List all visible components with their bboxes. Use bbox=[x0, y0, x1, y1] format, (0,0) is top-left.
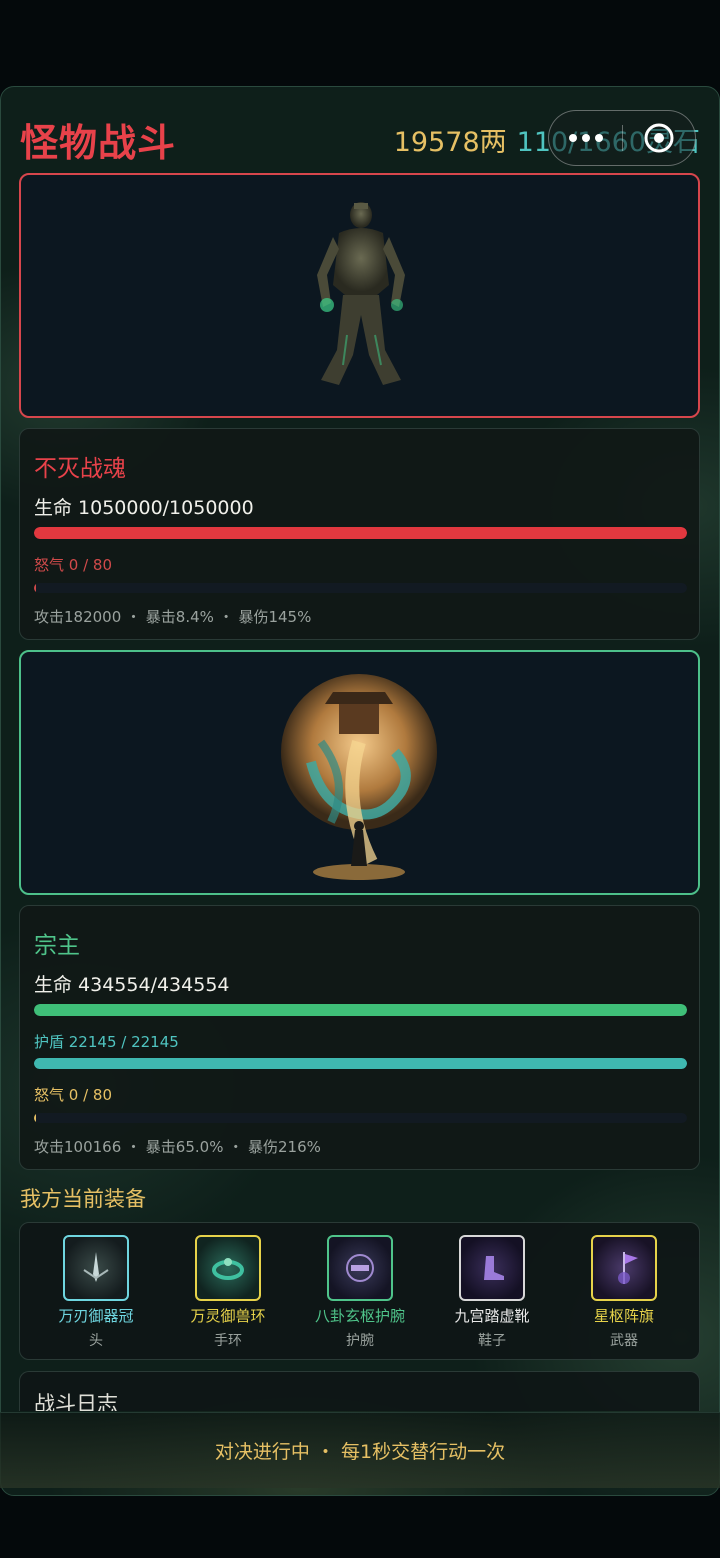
battle-log-title: 战斗日志 bbox=[34, 1392, 118, 1411]
enemy-rage-label: 怒气 0 / 80 bbox=[34, 556, 112, 574]
battle-status-text: 对决进行中 ・ 每1秒交替行动一次 bbox=[214, 1441, 506, 1463]
player-stats: 攻击100166 ・ 暴击65.0% ・ 暴伤216% bbox=[34, 1138, 321, 1156]
enemy-warrior-image bbox=[317, 202, 405, 385]
player-hp-label: 生命 434554/434554 bbox=[34, 974, 230, 996]
more-dot-3 bbox=[594, 134, 603, 142]
equip-name: 八卦玄枢护腕 bbox=[314, 1307, 405, 1325]
equip-slot-label: 护腕 bbox=[346, 1333, 374, 1349]
equip-slot-label: 头 bbox=[89, 1333, 103, 1349]
equip-slot-label: 武器 bbox=[610, 1333, 638, 1349]
player-hp-bar-fill bbox=[34, 1004, 687, 1016]
miniprogram-capsule bbox=[548, 110, 696, 166]
enemy-hp-bar-fill bbox=[34, 527, 687, 539]
equipment-section-title: 我方当前装备 bbox=[20, 1187, 146, 1211]
player-shield-bar bbox=[34, 1058, 687, 1069]
player-rage-bar bbox=[34, 1113, 687, 1123]
more-dot-2 bbox=[581, 134, 590, 142]
equip-name: 万灵御兽环 bbox=[190, 1307, 266, 1325]
enemy-hp-bar bbox=[34, 527, 687, 539]
equipment-panel: 万刃御器冠 头 万灵御兽环 手环 八卦玄枢护腕 护腕 九宫踏虚靴 鞋子 星枢阵旗… bbox=[19, 1222, 700, 1360]
player-dragon-image bbox=[281, 674, 437, 880]
player-rage-bar-fill bbox=[34, 1113, 36, 1123]
enemy-rage-bar bbox=[34, 583, 687, 593]
enemy-name: 不灭战魂 bbox=[34, 456, 126, 482]
equip-name: 星枢阵旗 bbox=[593, 1307, 654, 1325]
equip-name: 九宫踏虚靴 bbox=[454, 1307, 530, 1325]
player-status-card: 宗主 生命 434554/434554 护盾 22145 / 22145 怒气 … bbox=[19, 905, 700, 1170]
equip-slot-bracelet[interactable]: 万灵御兽环 手环 bbox=[168, 1235, 288, 1350]
equip-slot-bracer[interactable]: 八卦玄枢护腕 护腕 bbox=[300, 1235, 420, 1350]
close-target-icon bbox=[644, 123, 674, 153]
player-name: 宗主 bbox=[34, 933, 80, 959]
bagua-bracer-icon bbox=[327, 1235, 393, 1301]
boots-icon bbox=[459, 1235, 525, 1301]
player-shield-bar-fill bbox=[34, 1058, 687, 1069]
equip-slot-head[interactable]: 万刃御器冠 头 bbox=[36, 1235, 156, 1350]
beast-ring-icon bbox=[195, 1235, 261, 1301]
equip-slot-shoes[interactable]: 九宫踏虚靴 鞋子 bbox=[432, 1235, 552, 1350]
equip-slot-label: 鞋子 bbox=[478, 1333, 506, 1349]
equip-name: 万刃御器冠 bbox=[58, 1307, 134, 1325]
more-menu-button[interactable] bbox=[549, 110, 622, 166]
equip-slot-weapon[interactable]: 星枢阵旗 武器 bbox=[564, 1235, 684, 1350]
enemy-portrait-panel bbox=[19, 173, 700, 418]
player-hp-bar bbox=[34, 1004, 687, 1016]
page-title: 怪物战斗 bbox=[20, 121, 177, 165]
banner-icon bbox=[591, 1235, 657, 1301]
more-dots-icon bbox=[568, 134, 577, 142]
enemy-status-card: 不灭战魂 生命 1050000/1050000 怒气 0 / 80 攻击1820… bbox=[19, 428, 700, 640]
gold-amount: 19578两 bbox=[393, 127, 507, 158]
enemy-hp-label: 生命 1050000/1050000 bbox=[34, 497, 254, 519]
sword-crown-icon bbox=[63, 1235, 129, 1301]
player-shield-label: 护盾 22145 / 22145 bbox=[34, 1033, 179, 1051]
enemy-stats: 攻击182000 ・ 暴击8.4% ・ 暴伤145% bbox=[34, 608, 312, 626]
battle-log-panel[interactable]: 战斗日志 bbox=[19, 1371, 700, 1411]
enemy-rage-bar-fill bbox=[34, 583, 36, 593]
battle-status-bar: 对决进行中 ・ 每1秒交替行动一次 bbox=[0, 1412, 720, 1488]
close-miniprogram-button[interactable] bbox=[623, 110, 695, 166]
player-rage-label: 怒气 0 / 80 bbox=[34, 1086, 112, 1104]
player-portrait-panel bbox=[19, 650, 700, 895]
equip-slot-label: 手环 bbox=[214, 1333, 242, 1349]
